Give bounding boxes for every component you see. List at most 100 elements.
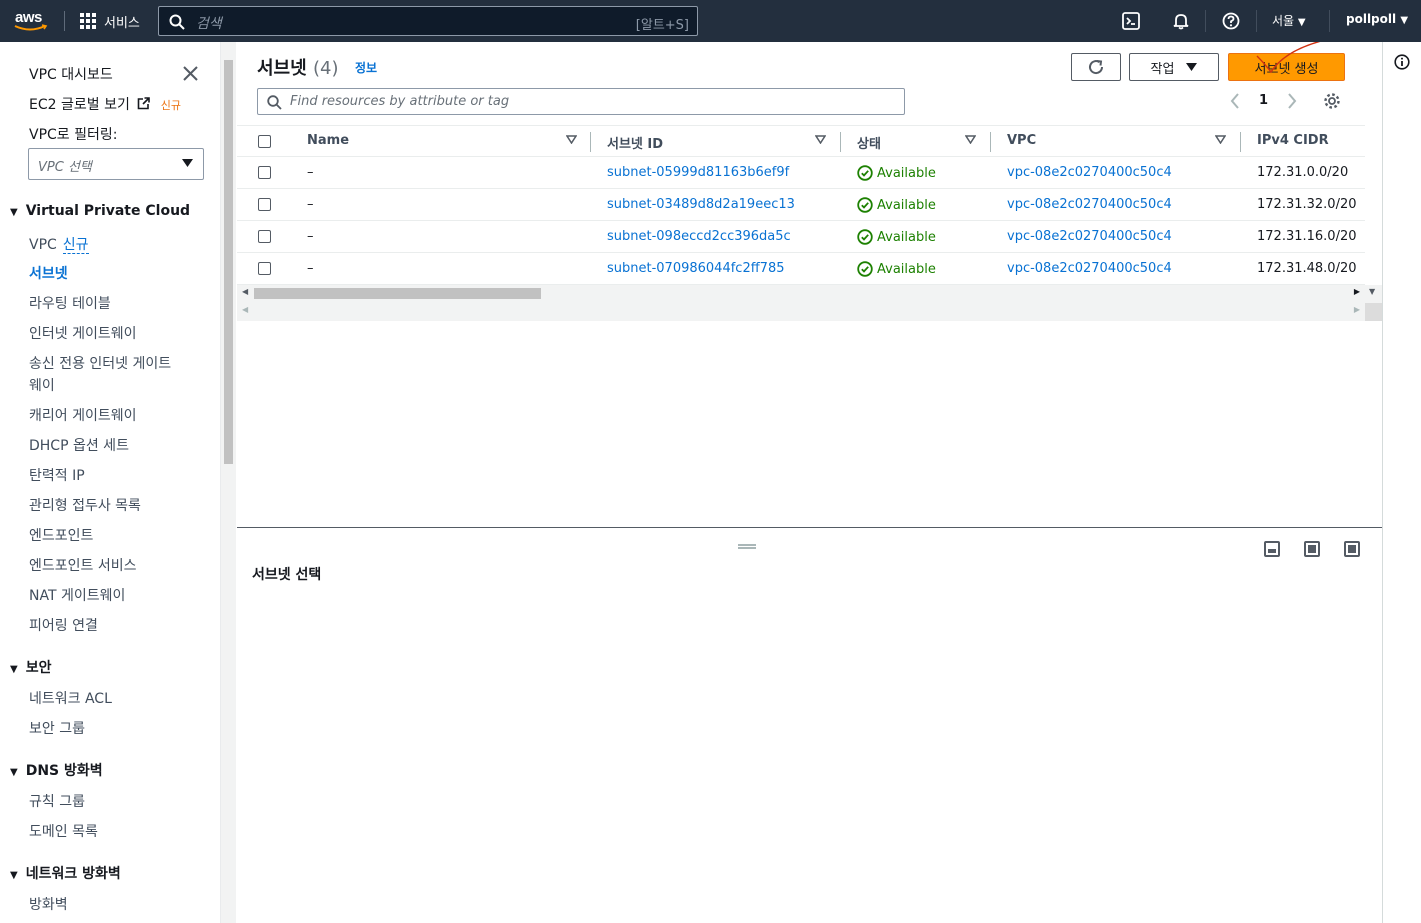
sidebar-item-dhcp-options[interactable]: DHCP 옵션 세트: [29, 435, 129, 455]
sidebar-item-endpoint-services[interactable]: 엔드포인트 서비스: [29, 555, 137, 575]
column-resizer[interactable]: [1240, 132, 1241, 152]
sidebar-item-vpc[interactable]: VPC 신규: [29, 234, 89, 254]
column-resizer[interactable]: [590, 132, 591, 152]
sidebar-item-endpoints[interactable]: 엔드포인트: [29, 525, 93, 545]
scroll-right-icon[interactable]: ▶: [1354, 287, 1360, 296]
scrollbar-thumb[interactable]: [224, 60, 233, 464]
table-vertical-scrollbar[interactable]: ▼: [1365, 285, 1382, 321]
scroll-left-icon[interactable]: ◀: [242, 305, 248, 314]
subnet-id-link[interactable]: subnet-098eccd2cc396da5c: [607, 229, 791, 244]
global-search-input[interactable]: 검색 [알트+S]: [158, 6, 698, 36]
page-number[interactable]: 1: [1259, 93, 1268, 108]
column-resizer[interactable]: [840, 132, 841, 152]
sidebar-item-rule-groups[interactable]: 규칙 그룹: [29, 791, 85, 811]
panel-bottom-icon[interactable]: [1264, 541, 1280, 557]
panel-side-icon[interactable]: [1304, 541, 1320, 557]
nav-divider: [1205, 10, 1206, 32]
sidebar-item-internet-gateways[interactable]: 인터넷 게이트웨이: [29, 323, 137, 343]
sidebar-item-peering[interactable]: 피어링 연결: [29, 615, 98, 635]
cell-name: –: [307, 197, 314, 212]
row-checkbox[interactable]: [258, 198, 271, 211]
vpc-id-link[interactable]: vpc-08e2c0270400c50c4: [1007, 197, 1172, 212]
close-icon[interactable]: [183, 66, 198, 81]
sidebar-item-domain-lists[interactable]: 도메인 목록: [29, 821, 98, 841]
sort-caret-icon[interactable]: [965, 135, 976, 144]
row-checkbox[interactable]: [258, 230, 271, 243]
services-menu-button[interactable]: 서비스: [80, 11, 140, 31]
column-header-ipv4-cidr[interactable]: IPv4 CIDR: [1257, 133, 1329, 148]
scroll-down-icon[interactable]: ▼: [1369, 287, 1375, 296]
panel-close-icon[interactable]: [1344, 541, 1360, 557]
sidebar-item-network-acls[interactable]: 네트워크 ACL: [29, 688, 112, 708]
table-row[interactable]: – subnet-03489d8d2a19eec13 Available vpc…: [237, 189, 1365, 221]
account-menu[interactable]: pollpoll ▼: [1346, 12, 1408, 26]
caret-down-icon: ▼: [10, 207, 18, 218]
sort-caret-icon[interactable]: [566, 135, 577, 144]
vpc-id-link[interactable]: vpc-08e2c0270400c50c4: [1007, 261, 1172, 276]
chevron-left-icon[interactable]: [1230, 93, 1240, 109]
sidebar-item-security-groups[interactable]: 보안 그룹: [29, 718, 85, 738]
section-security[interactable]: ▼ 보안: [10, 657, 51, 677]
sidebar-item-prefix-lists[interactable]: 관리형 접두사 목록: [29, 495, 141, 515]
actions-dropdown-button[interactable]: 작업: [1129, 53, 1219, 81]
subnet-id-link[interactable]: subnet-05999d81163b6ef9f: [607, 165, 789, 180]
sidebar-item-nat-gateways[interactable]: NAT 게이트웨이: [29, 585, 125, 605]
settings-gear-icon[interactable]: [1323, 92, 1341, 110]
sidebar-item-egress-only-igw-cont[interactable]: 웨이: [29, 375, 55, 395]
sidebar-item-elastic-ips[interactable]: 탄력적 IP: [29, 465, 85, 485]
sidebar-item-firewalls[interactable]: 방화벽: [29, 894, 68, 914]
sidebar-item-subnets[interactable]: 서브넷: [29, 263, 68, 283]
row-checkbox[interactable]: [258, 166, 271, 179]
vpc-filter-select[interactable]: VPC 선택: [28, 148, 204, 180]
table-row[interactable]: – subnet-098eccd2cc396da5c Available vpc…: [237, 221, 1365, 253]
sidebar-item-vpc-dashboard[interactable]: VPC 대시보드: [29, 64, 113, 84]
refresh-button[interactable]: [1071, 53, 1121, 81]
scrollbar-thumb[interactable]: [254, 288, 541, 299]
status-text: Available: [877, 165, 936, 181]
scroll-right-icon[interactable]: ▶: [1354, 305, 1360, 314]
region-label: 서울: [1272, 14, 1295, 28]
region-selector[interactable]: 서울 ▼: [1272, 12, 1306, 29]
select-all-checkbox[interactable]: [258, 135, 271, 148]
row-checkbox[interactable]: [258, 262, 271, 275]
status-ok-icon: [857, 165, 873, 181]
bell-icon[interactable]: [1172, 12, 1190, 30]
section-dns-firewall[interactable]: ▼ DNS 방화벽: [10, 760, 103, 780]
status-text: Available: [877, 229, 936, 245]
table-row[interactable]: – subnet-05999d81163b6ef9f Available vpc…: [237, 157, 1365, 189]
subnet-id-link[interactable]: subnet-070986044fc2ff785: [607, 261, 785, 276]
sidebar-item-ec2-global-view[interactable]: EC2 글로벌 보기 신규: [29, 94, 181, 114]
column-resizer[interactable]: [990, 132, 991, 152]
services-label: 서비스: [104, 15, 140, 31]
vpc-id-link[interactable]: vpc-08e2c0270400c50c4: [1007, 165, 1172, 180]
sidebar-item-route-tables[interactable]: 라우팅 테이블: [29, 293, 111, 313]
chevron-right-icon[interactable]: [1287, 93, 1297, 109]
section-virtual-private-cloud[interactable]: ▼ Virtual Private Cloud: [10, 203, 190, 219]
split-panel-title: 서브넷 선택: [252, 567, 322, 583]
column-header-state[interactable]: 상태: [857, 133, 881, 152]
aws-logo[interactable]: aws: [14, 8, 50, 34]
sort-caret-icon[interactable]: [815, 135, 826, 144]
column-header-subnet-id[interactable]: 서브넷 ID: [607, 133, 663, 152]
sidebar-scrollbar[interactable]: [220, 42, 236, 923]
table-horizontal-scrollbar[interactable]: ◀ ▶ ◀ ▶: [237, 285, 1365, 321]
vpc-id-link[interactable]: vpc-08e2c0270400c50c4: [1007, 229, 1172, 244]
table-row[interactable]: – subnet-070986044fc2ff785 Available vpc…: [237, 253, 1365, 285]
info-link[interactable]: 정보: [355, 59, 377, 76]
sort-caret-icon[interactable]: [1215, 135, 1226, 144]
drag-handle-icon[interactable]: [738, 544, 756, 549]
help-icon[interactable]: [1222, 12, 1240, 30]
column-header-vpc[interactable]: VPC: [1007, 133, 1036, 148]
info-icon[interactable]: [1394, 54, 1410, 70]
subnet-id-link[interactable]: subnet-03489d8d2a19eec13: [607, 197, 795, 212]
resource-filter-input[interactable]: Find resources by attribute or tag: [257, 88, 905, 115]
section-title: DNS 방화벽: [25, 763, 103, 779]
sidebar-item-egress-only-igw[interactable]: 송신 전용 인터넷 게이트: [29, 353, 171, 373]
scroll-left-icon[interactable]: ◀: [242, 287, 248, 296]
section-network-firewall[interactable]: ▼ 네트워크 방화벽: [10, 863, 121, 883]
split-panel-divider[interactable]: [237, 527, 1382, 528]
cloudshell-icon[interactable]: [1122, 12, 1140, 30]
sidebar-item-carrier-gateways[interactable]: 캐리어 게이트웨이: [29, 405, 137, 425]
vpc-filter-label: VPC로 필터링:: [29, 127, 118, 143]
column-header-name[interactable]: Name: [307, 133, 349, 148]
